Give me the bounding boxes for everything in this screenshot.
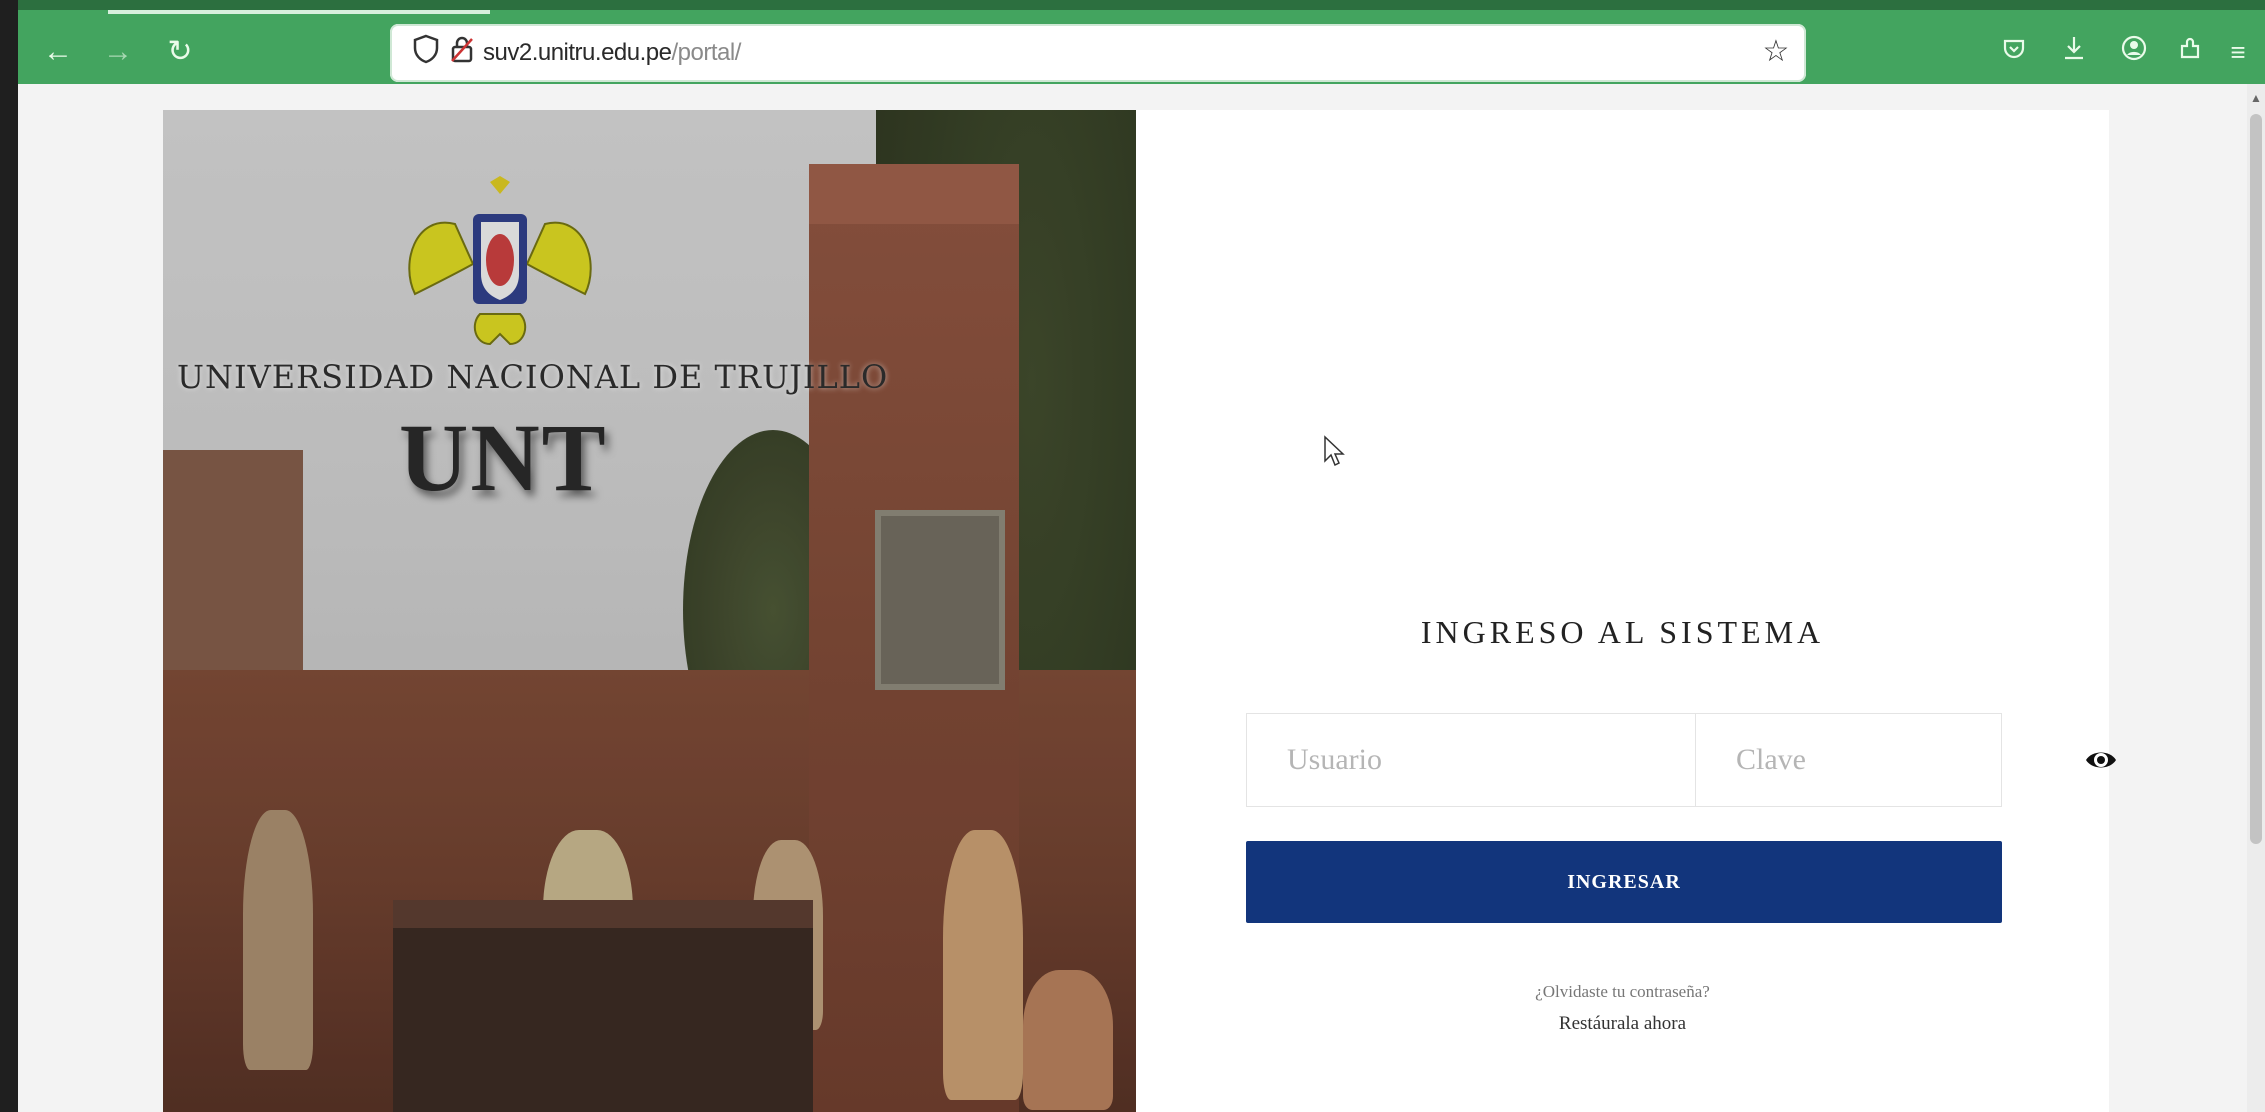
- forgot-password-text: ¿Olvidaste tu contraseña?: [1535, 982, 1710, 1001]
- url-path: /portal/: [671, 39, 741, 66]
- url-host: suv2.unitru.edu.pe: [483, 39, 672, 66]
- active-tab-indicator[interactable]: [108, 10, 490, 14]
- menu-icon[interactable]: ≡: [2218, 32, 2258, 72]
- login-button[interactable]: INGRESAR: [1246, 841, 2002, 923]
- pocket-icon[interactable]: [1994, 32, 2034, 72]
- campus-photo: UNIVERSIDAD NACIONAL DE TRUJILLO UNT: [163, 110, 1136, 1112]
- url-text[interactable]: suv2.unitru.edu.pe/portal/: [483, 39, 741, 67]
- university-crest-logo: [408, 176, 592, 346]
- account-icon[interactable]: [2114, 32, 2154, 72]
- restore-password-link[interactable]: Restáurala ahora: [1136, 1013, 2109, 1035]
- scroll-up-icon[interactable]: ▲: [2250, 90, 2262, 106]
- password-input[interactable]: [1696, 714, 2144, 806]
- shield-icon[interactable]: [408, 34, 444, 70]
- photo-overlay: [163, 110, 1136, 1112]
- university-name-wordmark: UNIVERSIDAD NACIONAL DE TRUJILLO: [177, 358, 889, 396]
- password-box: [1696, 714, 2144, 806]
- reload-icon[interactable]: ↻: [160, 32, 200, 72]
- star-icon[interactable]: ☆: [1758, 34, 1794, 70]
- login-title: INGRESO AL SISTEMA: [1420, 614, 1825, 650]
- browser-window: ← → ↻ suv2.unitru.edu.pe/portal/ ☆ ≡ UNI…: [18, 0, 2265, 1112]
- lock-icon[interactable]: [444, 34, 480, 70]
- mouse-cursor-icon: [1324, 435, 1345, 467]
- eye-icon[interactable]: [2084, 746, 2118, 774]
- download-icon[interactable]: [2054, 32, 2094, 72]
- forward-arrow-icon[interactable]: →: [98, 32, 138, 72]
- credentials-group: [1246, 713, 2144, 807]
- login-panel: INGRESO AL SISTEMA INGRESAR ¿Olvidaste t…: [1136, 110, 2144, 1112]
- username-input[interactable]: [1247, 714, 1696, 806]
- scrollbar-thumb[interactable]: [2250, 114, 2262, 844]
- university-abbreviation-wordmark: UNT: [399, 404, 608, 511]
- browser-toolbar: ← → ↻ suv2.unitru.edu.pe/portal/ ☆ ≡: [18, 0, 2265, 84]
- extensions-icon[interactable]: [2170, 32, 2210, 72]
- address-bar[interactable]: suv2.unitru.edu.pe/portal/ ☆: [390, 24, 1806, 82]
- back-arrow-icon[interactable]: ←: [38, 32, 78, 72]
- page-content: UNIVERSIDAD NACIONAL DE TRUJILLO UNT ING…: [18, 84, 2265, 1112]
- page-scrollbar[interactable]: ▲: [2247, 84, 2265, 1112]
